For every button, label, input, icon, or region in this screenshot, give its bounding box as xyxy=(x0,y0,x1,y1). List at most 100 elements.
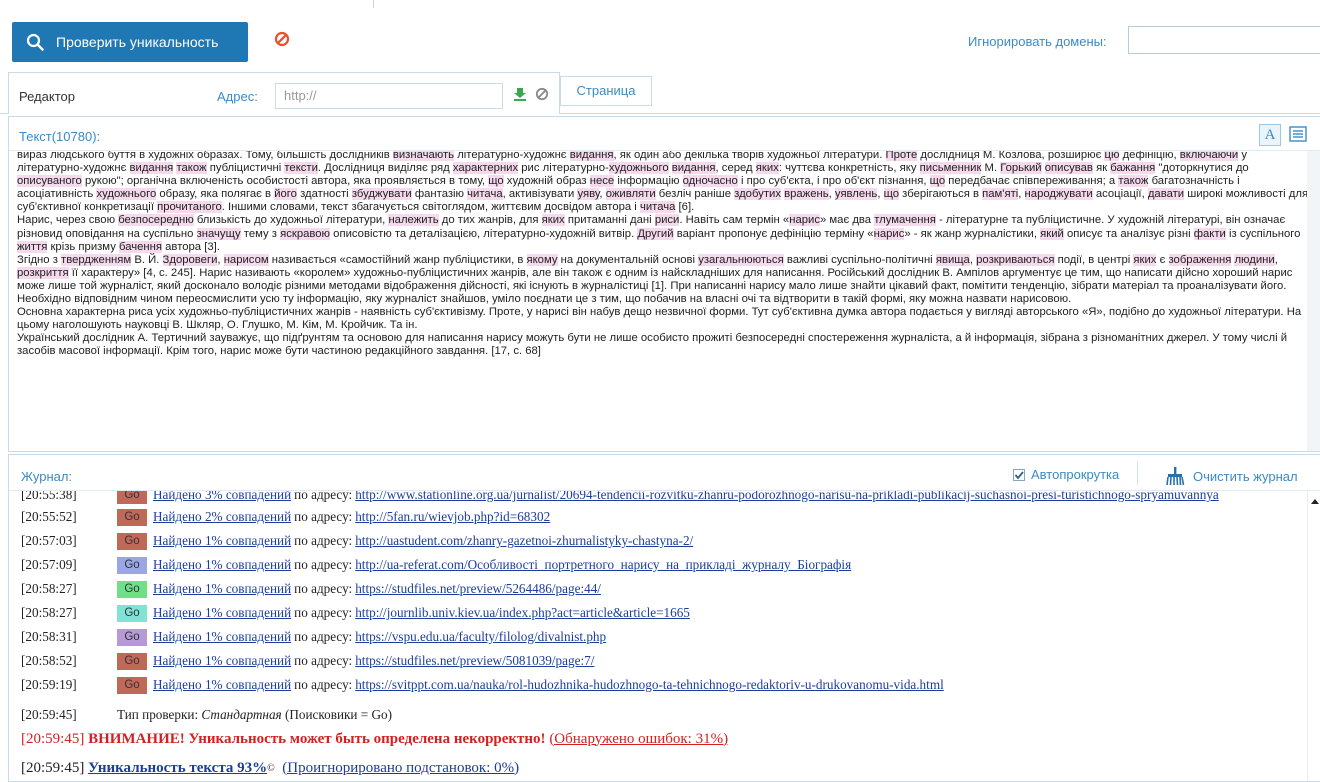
go-button[interactable]: Go xyxy=(117,676,147,694)
address-input[interactable]: http:// xyxy=(275,83,503,109)
go-button[interactable]: Go xyxy=(117,556,147,574)
match-link[interactable]: Найдено 2% совпадений xyxy=(153,509,291,525)
checkmark-icon xyxy=(1014,470,1024,479)
go-button[interactable]: Go xyxy=(117,532,147,550)
by-address-label: по адресу: xyxy=(294,557,353,572)
log-timestamp: [20:58:31] xyxy=(21,629,77,644)
ignore-domains-input[interactable] xyxy=(1128,26,1320,54)
log-timestamp: [20:55:52] xyxy=(21,509,77,524)
tab-editor[interactable]: Редактор Адрес: http:// xyxy=(8,72,560,114)
text-panel-title: Текст(10780): xyxy=(19,129,101,144)
scrollbar[interactable] xyxy=(1307,491,1320,781)
by-address-label: по адресу: xyxy=(294,533,353,548)
check-type-row: [20:59:45] Тип проверки: Стандартная (По… xyxy=(21,705,392,725)
log-timestamp: [20:59:19] xyxy=(21,677,77,692)
tab-page[interactable]: Страница xyxy=(560,76,652,106)
check-type-value: Стандартная xyxy=(201,707,282,722)
uniqueness-row: [20:59:45] Уникальность текста 93% © (Про… xyxy=(21,755,519,781)
go-button[interactable]: Go xyxy=(117,604,147,622)
go-button[interactable]: Go xyxy=(117,580,147,598)
source-url-link[interactable]: http://uastudent.com/zhanry-gazetnoi-zhu… xyxy=(355,533,693,549)
check-uniqueness-label: Проверить уникальность xyxy=(56,34,219,50)
by-address-label: по адресу: xyxy=(294,509,353,524)
divider xyxy=(373,0,374,8)
journal-title: Журнал: xyxy=(21,469,73,484)
toolbar: Проверить уникальность Игнорировать доме… xyxy=(0,0,1320,66)
errors-link[interactable]: (Обнаружено ошибок: 31%) xyxy=(549,731,728,748)
text-paragraph: Нарис, через свою безпосередню близькіст… xyxy=(17,214,1301,253)
log-row: [20:57:03] Go Найдено 1% совпадений по адре… xyxy=(21,531,693,551)
check-uniqueness-button[interactable]: Проверить уникальность xyxy=(12,22,248,62)
warning-text: ВНИМАНИЕ! Уникальность может быть опреде… xyxy=(88,730,546,747)
match-link[interactable]: Найдено 3% совпадений xyxy=(153,491,291,503)
match-link[interactable]: Найдено 1% совпадений xyxy=(153,605,291,621)
substitutions-link[interactable]: (Проигнорировано подстановок: 0%) xyxy=(282,760,519,777)
log-timestamp: [20:58:27] xyxy=(21,605,77,620)
source-url-link[interactable]: http://ua-referat.com/Особливості_портре… xyxy=(355,557,851,573)
log-row: [20:59:19] Go Найдено 1% совпадений по адре… xyxy=(21,675,944,695)
source-url-link[interactable]: http://www.stationline.org.ua/jurnalist/… xyxy=(355,491,1219,503)
text-editor-area[interactable]: вираз людського буття в художніх образах… xyxy=(9,151,1320,451)
source-url-link[interactable]: http://journlib.univ.kiev.ua/index.php?a… xyxy=(355,605,690,621)
copyright-mark: © xyxy=(267,762,275,774)
autoscroll-label: Автопрокрутка xyxy=(1031,467,1120,482)
autoscroll-checkbox[interactable] xyxy=(1013,468,1025,481)
log-timestamp: [20:57:09] xyxy=(21,557,77,572)
source-url-link[interactable]: http://5fan.ru/wievjob.php?id=68302 xyxy=(355,509,550,525)
go-button[interactable]: Go xyxy=(117,508,147,526)
match-link[interactable]: Найдено 1% совпадений xyxy=(153,557,291,573)
log-timestamp: [20:58:52] xyxy=(21,653,77,668)
go-button[interactable]: Go xyxy=(117,628,147,646)
journal-log: [20:59:45] Тип проверки: Стандартная (По… xyxy=(9,491,1320,781)
clear-journal-button[interactable]: Очистить журнал xyxy=(1165,467,1298,485)
list-view-icon[interactable] xyxy=(1289,126,1307,142)
log-timestamp: [20:59:45] xyxy=(21,759,85,776)
text-format-icon[interactable]: A xyxy=(1259,124,1281,146)
match-link[interactable]: Найдено 1% совпадений xyxy=(153,629,291,645)
log-row: [20:58:52] Go Найдено 1% совпадений по адре… xyxy=(21,651,594,671)
match-link[interactable]: Найдено 1% совпадений xyxy=(153,653,291,669)
log-timestamp: [20:58:27] xyxy=(21,581,77,596)
source-url-link[interactable]: https://svitppt.com.ua/nauka/rol-hudozhn… xyxy=(355,677,944,693)
clear-address-icon[interactable] xyxy=(535,87,549,101)
by-address-label: по адресу: xyxy=(294,653,353,668)
by-address-label: по адресу: xyxy=(294,581,353,596)
autoscroll-toggle[interactable]: Автопрокрутка xyxy=(1013,467,1119,482)
download-icon[interactable] xyxy=(513,87,527,101)
go-button[interactable]: Go xyxy=(117,652,147,670)
text-panel-header: Текст(10780): A xyxy=(9,117,1320,151)
match-link[interactable]: Найдено 1% совпадений xyxy=(153,533,291,549)
scrollbar[interactable] xyxy=(1307,151,1320,451)
check-type-suffix: (Поисковики = Go) xyxy=(284,707,393,722)
log-timestamp: [20:55:38] xyxy=(21,491,77,502)
warning-row: [20:59:45] ВНИМАНИЕ! Уникальность может … xyxy=(21,727,728,751)
editor-tab-label: Редактор xyxy=(19,89,75,104)
divider xyxy=(1137,461,1138,485)
text-paragraph: Згідно з твердженням В. Й. Здоровеги, на… xyxy=(17,253,1293,306)
search-icon xyxy=(26,33,44,51)
source-url-link[interactable]: https://vspu.edu.ua/faculty/filolog/diva… xyxy=(355,629,606,645)
by-address-label: по адресу: xyxy=(294,605,353,620)
broom-icon xyxy=(1166,467,1185,485)
log-timestamp: [20:59:45] xyxy=(21,730,85,747)
log-row: [20:57:09] Go Найдено 1% совпадений по адре… xyxy=(21,555,851,575)
match-link[interactable]: Найдено 1% совпадений xyxy=(153,581,291,597)
by-address-label: по адресу: xyxy=(294,629,353,644)
text-panel: Текст(10780): A вираз людського буття в … xyxy=(8,116,1320,452)
source-url-link[interactable]: https://studfiles.net/preview/5264486/pa… xyxy=(355,581,601,597)
journal-panel: Журнал: Автопрокрутка Очистить журнал [2… xyxy=(8,454,1320,782)
uniqueness-result-link[interactable]: Уникальность текста 93% xyxy=(88,760,267,777)
text-paragraph: Український дослідник А. Тертичний заува… xyxy=(17,332,1288,358)
log-row: [20:58:27] Go Найдено 1% совпадений по адре… xyxy=(21,603,690,623)
by-address-label: по адресу: xyxy=(294,491,353,502)
go-button[interactable]: Go xyxy=(117,491,147,504)
scroll-up-icon[interactable] xyxy=(1311,499,1319,504)
address-label: Адрес: xyxy=(217,89,258,104)
log-timestamp: [20:57:03] xyxy=(21,533,77,548)
cancel-icon[interactable] xyxy=(274,31,290,47)
log-row: [20:58:27] Go Найдено 1% совпадений по адре… xyxy=(21,579,601,599)
journal-header: Журнал: Автопрокрутка Очистить журнал xyxy=(9,455,1320,491)
match-link[interactable]: Найдено 1% совпадений xyxy=(153,677,291,693)
source-url-link[interactable]: https://studfiles.net/preview/5081039/pa… xyxy=(355,653,594,669)
log-row: [20:55:52] Go Найдено 2% совпадений по адре… xyxy=(21,507,550,527)
